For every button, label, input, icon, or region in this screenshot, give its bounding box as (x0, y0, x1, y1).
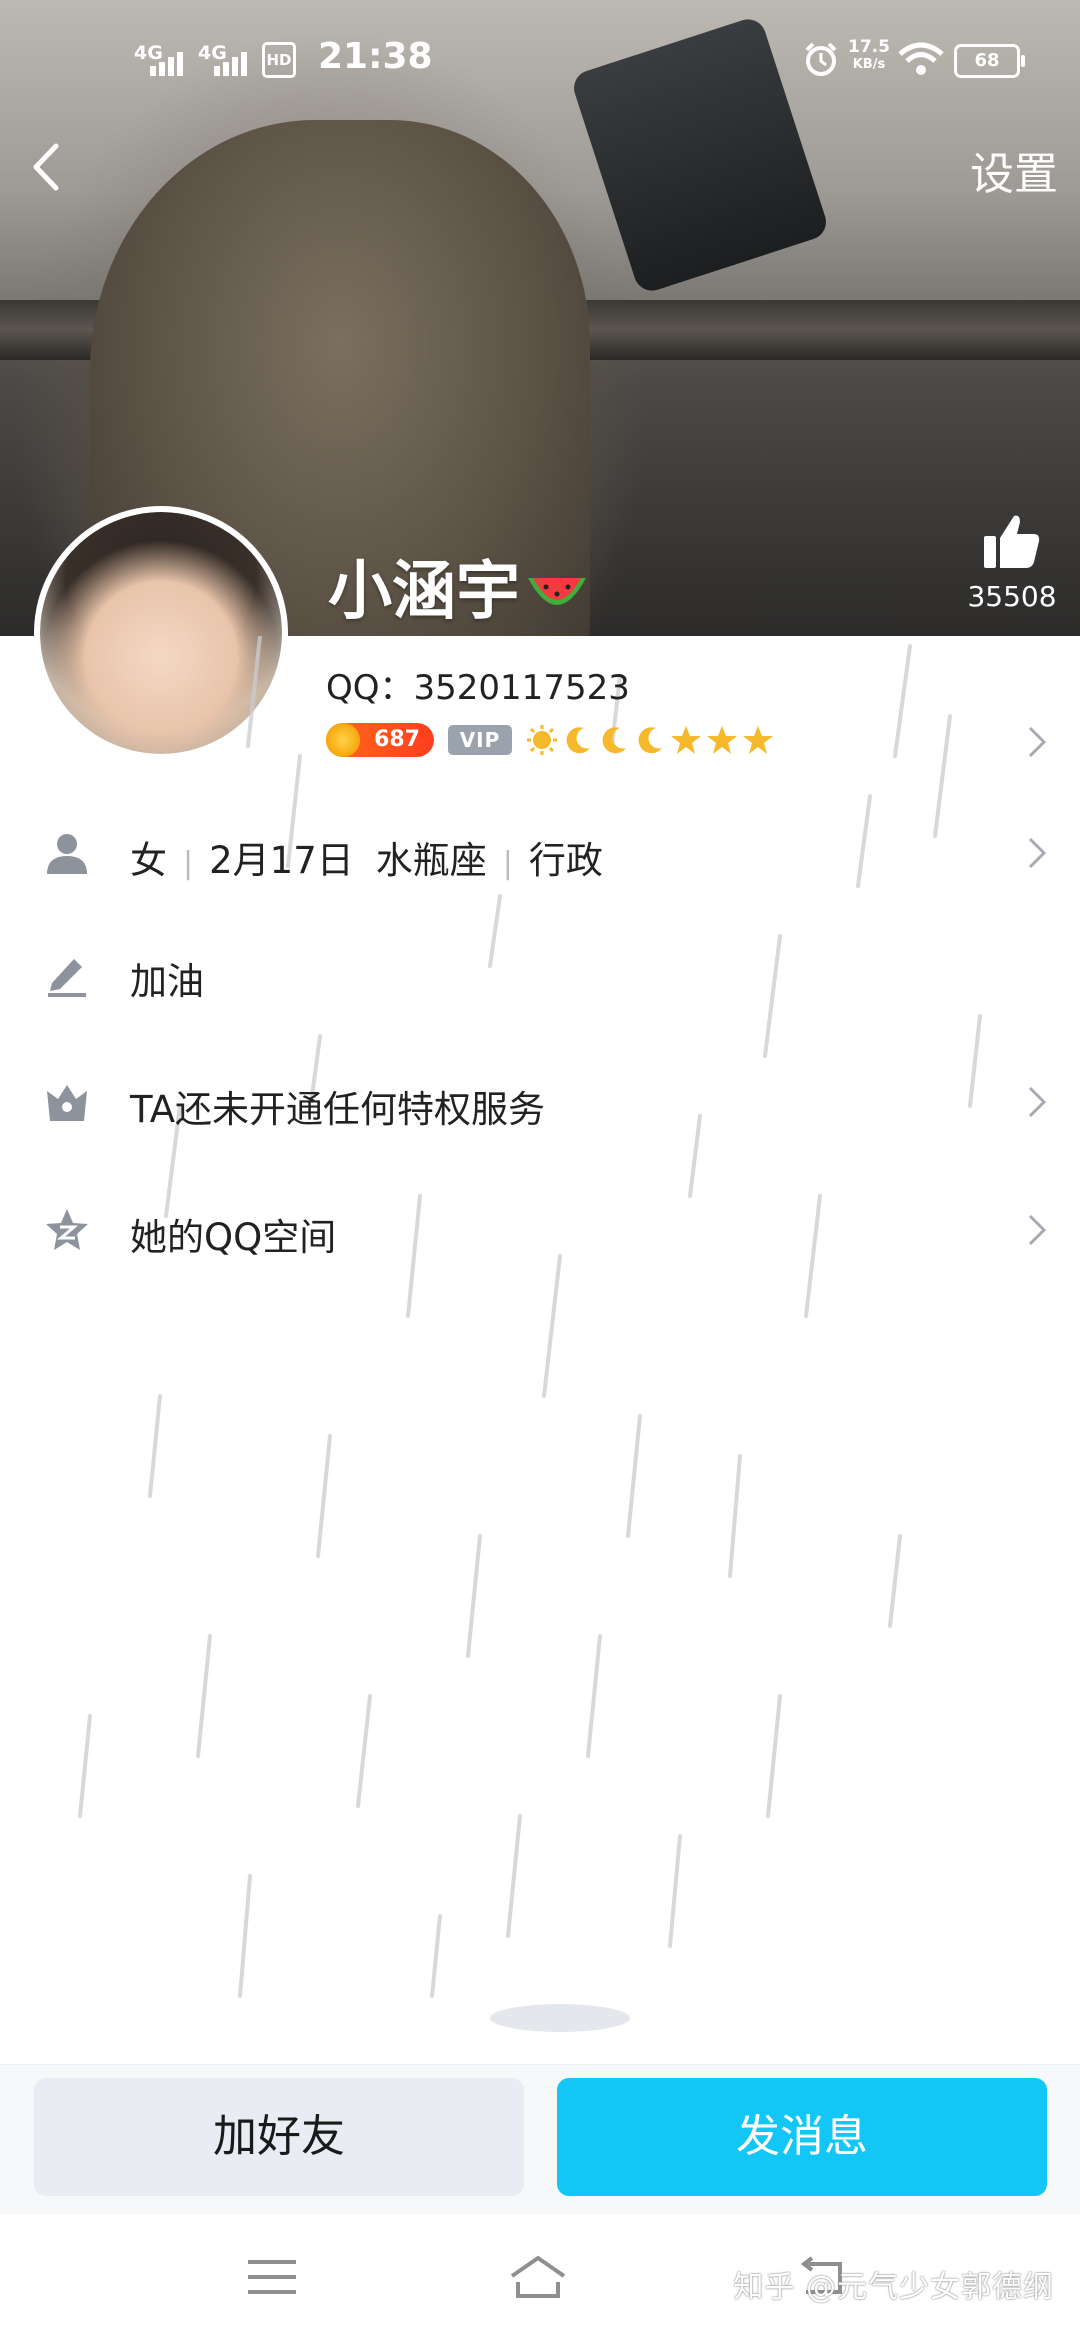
gender: 女 (130, 839, 167, 882)
person-icon (47, 834, 87, 874)
chevron-right-icon (1028, 1214, 1047, 1246)
back-icon[interactable] (22, 132, 72, 202)
watermark: 知乎 @元气少女郭德纲 (733, 2270, 1054, 2305)
star-level-icon (671, 726, 701, 754)
moon-level-icon (638, 727, 662, 754)
pencil-icon (48, 959, 86, 997)
signal-bars-icon (214, 52, 247, 76)
job: 行政 (528, 839, 603, 882)
qq-level-icons (526, 724, 774, 756)
basic-info-text: 女 | 2月17日 水瓶座 | 行政 (130, 830, 603, 884)
send-message-button[interactable]: 发消息 (557, 2078, 1047, 2196)
divider: | (183, 846, 194, 881)
moon-level-icon (602, 727, 626, 754)
crown-icon (47, 1085, 87, 1121)
star-level-icon (707, 726, 737, 754)
nickname: 小涵宇 (328, 540, 588, 632)
qzone-text: 她的QQ空间 (130, 1216, 337, 1259)
network-speed: 17.5 KB/s (848, 38, 890, 74)
moon-level-icon (566, 727, 590, 754)
sun-level-icon (527, 725, 557, 755)
qq-number: QQ：3520117523 (326, 668, 630, 708)
chevron-right-icon (1028, 837, 1047, 869)
level-badges[interactable]: 687 VIP (326, 720, 774, 760)
network-speed-unit: KB/s (852, 57, 886, 72)
wifi-icon (898, 42, 944, 75)
likes-count: 35508 (967, 580, 1057, 613)
birthday: 2月17日 (209, 839, 354, 882)
home-icon[interactable] (508, 2252, 568, 2302)
coin-level-badge: 687 (326, 723, 434, 757)
divider: | (502, 846, 513, 881)
settings-button[interactable]: 设置 (970, 138, 1058, 202)
qzone-star-icon (46, 1209, 88, 1250)
chevron-right-icon (1028, 1086, 1047, 1118)
watermelon-icon (528, 578, 586, 606)
signature-text: 加油 (130, 960, 204, 1003)
thumbs-up-icon (984, 515, 1040, 568)
privilege-row[interactable]: TA还未开通任何特权服务 (0, 1052, 1080, 1152)
nickname-text: 小涵宇 (328, 555, 520, 629)
signal-bars-icon (150, 52, 183, 76)
zodiac: 水瓶座 (375, 839, 487, 882)
menu-icon[interactable] (242, 2252, 302, 2302)
basic-info-row[interactable]: 女 | 2月17日 水瓶座 | 行政 (0, 803, 1080, 903)
battery-icon: 68 (954, 44, 1025, 78)
status-bar: 4G 4G HD 21:38 17.5 KB/s 68 (0, 0, 1080, 120)
add-friend-button[interactable]: 加好友 (34, 2078, 524, 2196)
status-time: 21:38 (318, 36, 433, 77)
signature-row[interactable]: 加油 (0, 924, 1080, 1024)
star-level-icon (743, 726, 773, 754)
qzone-row[interactable]: 她的QQ空间 (0, 1180, 1080, 1280)
chevron-right-icon[interactable] (1026, 724, 1048, 760)
hd-voice-badge: HD (262, 42, 296, 78)
avatar[interactable] (40, 512, 282, 754)
network-speed-value: 17.5 (848, 37, 890, 57)
privilege-text: TA还未开通任何特权服务 (130, 1088, 546, 1131)
like-button[interactable]: 35508 (962, 512, 1062, 613)
avatar-photo (40, 512, 282, 754)
alarm-icon (805, 42, 837, 76)
vip-badge: VIP (448, 725, 512, 755)
